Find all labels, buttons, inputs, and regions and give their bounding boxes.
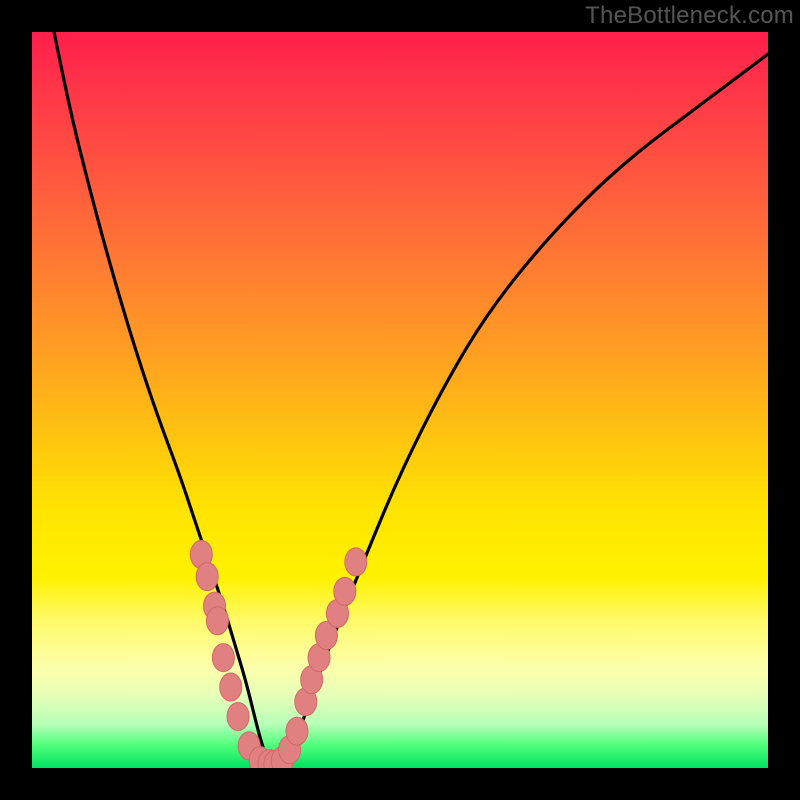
highlighted-point bbox=[206, 607, 228, 635]
highlighted-point bbox=[196, 563, 218, 591]
highlighted-point bbox=[345, 548, 367, 576]
plot-area bbox=[32, 32, 768, 768]
highlighted-point bbox=[212, 644, 234, 672]
highlighted-point bbox=[220, 673, 242, 701]
highlighted-points-group bbox=[190, 541, 367, 768]
chart-svg-overlay bbox=[32, 32, 768, 768]
highlighted-point bbox=[334, 577, 356, 605]
watermark-text: TheBottleneck.com bbox=[585, 2, 794, 30]
bottleneck-curve bbox=[54, 32, 768, 763]
chart-frame: TheBottleneck.com bbox=[0, 0, 800, 800]
highlighted-point bbox=[286, 717, 308, 745]
highlighted-point bbox=[227, 702, 249, 730]
